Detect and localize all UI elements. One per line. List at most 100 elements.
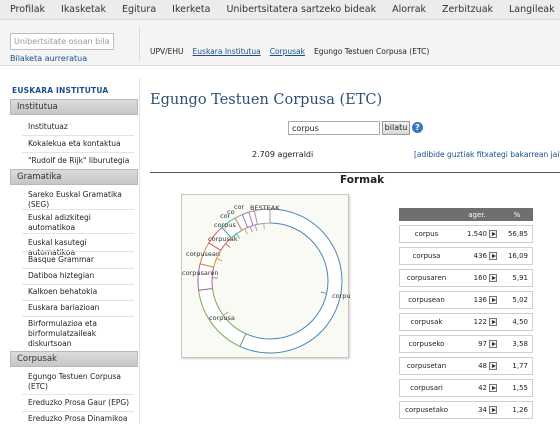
play-icon[interactable]: [489, 340, 497, 348]
site-search-input[interactable]: [10, 33, 114, 50]
breadcrumb-current-page: Egungo Testuen Corpusa (ETC): [313, 46, 430, 56]
sidebar-divider: [22, 300, 134, 301]
count-cell: 34: [453, 401, 489, 419]
sidebar-item-bariazioan[interactable]: Euskara bariazioan: [28, 303, 132, 313]
search-button[interactable]: bilatu: [382, 121, 410, 135]
form-cell[interactable]: corpusaren: [399, 269, 453, 287]
pie-leader-line: [254, 224, 258, 231]
sidebar-item-liburutegia[interactable]: "Rudolf de Rijk" liburutegia: [28, 156, 132, 166]
sidebar-item-institutuaz[interactable]: Institutuaz: [28, 122, 132, 132]
table-row: corpusaren 160 5,91: [399, 269, 533, 287]
sidebar-divider: [22, 316, 134, 317]
nav-item-profilak[interactable]: Profilak: [0, 4, 53, 15]
table-row: corpusetako 34 1,26: [399, 401, 533, 419]
sidebar-item-datiboa[interactable]: Datiboa hiztegian: [28, 271, 132, 281]
pie-leader-line: [320, 291, 327, 294]
form-cell[interactable]: corpusari: [399, 379, 453, 397]
form-cell[interactable]: corpusa: [399, 247, 453, 265]
nav-item-egitura[interactable]: Egitura: [114, 4, 164, 15]
nav-item-zerbitzuak[interactable]: Zerbitzuak: [434, 4, 501, 15]
form-cell[interactable]: corpuseko: [399, 335, 453, 353]
divider: [150, 172, 560, 173]
breadcrumb-upv-ehu[interactable]: UPV/EHU: [150, 47, 184, 56]
table-row: corpusetan 48 1,77: [399, 357, 533, 375]
nav-item-langileak[interactable]: Langileak: [501, 4, 560, 15]
play-icon[interactable]: [489, 252, 497, 260]
sidebar-item-basque-grammar[interactable]: Basque Grammar: [28, 255, 132, 265]
nav-item-alorrak[interactable]: Alorrak: [384, 4, 434, 15]
sidebar-item-prosa-dinamikoa[interactable]: Ereduzko Prosa Dinamikoa: [28, 414, 132, 424]
sidebar-item-kokalekua[interactable]: Kokalekua eta kontaktua: [28, 139, 132, 149]
play-icon[interactable]: [489, 274, 497, 282]
section-institutua[interactable]: Institutua: [10, 99, 138, 115]
section-corpusak[interactable]: Corpusak: [10, 351, 138, 367]
table-row: corpusean 136 5,02: [399, 291, 533, 309]
form-cell[interactable]: corpusetan: [399, 357, 453, 375]
advanced-search-link[interactable]: Bilaketa aurreratua: [10, 54, 87, 63]
header-form: [399, 208, 453, 221]
sidebar-item-kalkoen[interactable]: Kalkoen behatokia: [28, 287, 132, 297]
sidebar-divider: [22, 135, 134, 136]
play-cell: [489, 357, 501, 375]
pie-label-corpusean: corpusean: [186, 250, 220, 258]
sidebar-divider: [22, 152, 134, 153]
play-cell: [489, 247, 501, 265]
breadcrumb-euskara-institutua[interactable]: Euskara Institutua: [193, 47, 261, 56]
table-row: corpuseko 97 3,58: [399, 335, 533, 353]
play-icon[interactable]: [489, 384, 497, 392]
pie-label-corpusaren: corpusaren: [182, 269, 219, 277]
sidebar-item-seg[interactable]: Sareko Euskal Gramatika (SEG): [28, 190, 132, 210]
play-icon[interactable]: [489, 362, 497, 370]
play-cell: [489, 269, 501, 287]
sidebar-item-epg[interactable]: Ereduzko Prosa Gaur (EPG): [28, 398, 132, 408]
pie-slice-corpusaren: [197, 263, 215, 291]
section-gramatika[interactable]: Gramatika: [10, 169, 138, 185]
play-cell: [489, 335, 501, 353]
play-icon[interactable]: [489, 296, 497, 304]
download-all-link[interactable]: [adibide guztiak fitxategi bakarrean jai…: [414, 150, 560, 159]
sidebar-item-birformulazioa[interactable]: Birformulazioa eta birformulatzaileak di…: [28, 319, 132, 349]
form-cell[interactable]: corpusetako: [399, 401, 453, 419]
form-cell[interactable]: corpusean: [399, 291, 453, 309]
occurrence-count: 2.709 agerraldi: [252, 150, 314, 159]
pie-chart-svg: corpuscorpusacorpusarencorpuseancorpusak…: [182, 203, 350, 354]
sidebar-item-etc[interactable]: Egungo Testuen Corpusa (ETC): [28, 372, 132, 392]
sidebar-divider: [22, 411, 134, 412]
pie-leader-line: [263, 223, 265, 230]
play-cell: [489, 313, 501, 331]
count-cell: 42: [453, 379, 489, 397]
percent-cell: 4,50: [501, 313, 533, 331]
sidebar-divider: [22, 209, 134, 210]
percent-cell: 5,91: [501, 269, 533, 287]
breadcrumb-corpusak[interactable]: Corpusak: [270, 47, 305, 56]
nav-item-ikasketak[interactable]: Ikasketak: [53, 4, 114, 15]
top-nav: Profilak Ikasketak Egitura Ikerketa Unib…: [0, 0, 560, 20]
play-icon[interactable]: [489, 230, 497, 238]
count-cell: 1.540: [453, 225, 489, 243]
form-cell[interactable]: corpusak: [399, 313, 453, 331]
sidebar-divider: [22, 268, 134, 269]
percent-cell: 5,02: [501, 291, 533, 309]
table-row: corpusa 436 16,09: [399, 247, 533, 265]
header-percent: %: [501, 208, 533, 221]
nav-item-ikerketa[interactable]: Ikerketa: [164, 4, 218, 15]
play-icon[interactable]: [489, 318, 497, 326]
play-cell: [489, 379, 501, 397]
count-cell: 48: [453, 357, 489, 375]
sidebar-title[interactable]: EUSKARA INSTITUTUA: [12, 86, 108, 95]
sub-header: Bilaketa aurreratua UPV/EHU Euskara Inst…: [0, 20, 560, 66]
count-cell: 136: [453, 291, 489, 309]
help-icon[interactable]: ?: [412, 122, 423, 133]
corpus-search-input[interactable]: [288, 121, 380, 135]
sidebar-item-adizkitegi[interactable]: Euskal adizkitegi automatikoa: [28, 213, 132, 233]
pie-leader-line: [216, 258, 223, 262]
play-icon[interactable]: [489, 406, 497, 414]
percent-cell: 1,55: [501, 379, 533, 397]
pie-leader-line: [244, 228, 248, 235]
header-count: ager.: [453, 208, 501, 221]
pie-leader-line: [249, 226, 253, 233]
table-header-row: ager. %: [399, 208, 533, 221]
form-cell[interactable]: corpus: [399, 225, 453, 243]
nav-item-sartzeko-bideak[interactable]: Unibertsitatera sartzeko bideak: [218, 4, 384, 15]
table-row: corpus 1.540 56,85: [399, 225, 533, 243]
